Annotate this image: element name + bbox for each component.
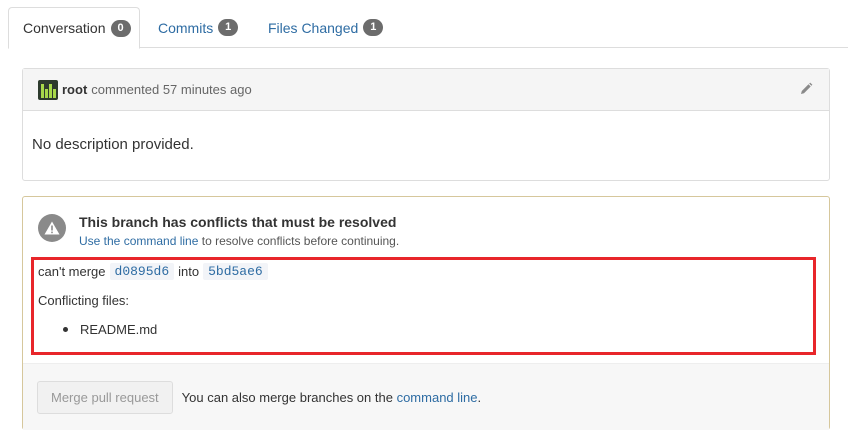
tab-files-changed[interactable]: Files Changed 1 [254, 7, 397, 48]
merge-pull-request-button[interactable]: Merge pull request [37, 380, 173, 414]
avatar-icon[interactable] [38, 79, 58, 100]
merge-sub-prefix: Use the [79, 234, 121, 248]
merge-sub-suffix: to resolve conflicts before continuing. [201, 234, 400, 248]
footer-suffix: . [477, 389, 482, 405]
tab-commits[interactable]: Commits 1 [144, 7, 252, 48]
tab-conversation[interactable]: Conversation 0 [8, 7, 140, 49]
merge-footer-text: You can also merge branches on the comma… [182, 390, 481, 405]
tab-files-changed-count: 1 [363, 19, 384, 36]
command-line-link[interactable]: command line [397, 390, 478, 405]
tab-commits-label: Commits [158, 19, 214, 36]
tab-files-changed-label: Files Changed [268, 19, 359, 36]
highlight-box [31, 257, 816, 355]
merge-title: This branch has conflicts that must be r… [79, 214, 397, 230]
pr-comment: root commented 57 minutes ago No descrip… [22, 68, 830, 181]
tab-conversation-count: 0 [110, 19, 131, 37]
comment-action: commented 57 minutes ago [91, 82, 252, 97]
comment-author[interactable]: root [62, 82, 87, 97]
merge-sub-link-text[interactable]: command line [124, 234, 199, 248]
merge-sub-link[interactable]: Use the command line [79, 234, 198, 248]
pr-tabs: Conversation 0 Commits 1 Files Changed 1 [8, 7, 848, 49]
merge-footer: Merge pull request You can also merge br… [23, 363, 829, 430]
warning-icon [38, 214, 66, 242]
merge-subtitle: Use the command line to resolve conflict… [79, 234, 399, 248]
tab-commits-count: 1 [218, 19, 239, 36]
comment-body: No description provided. [32, 136, 194, 153]
comment-header: root commented 57 minutes ago [23, 69, 829, 111]
footer-prefix: You can also merge branches on the [181, 389, 393, 405]
tab-conversation-label: Conversation [23, 20, 106, 36]
pencil-icon[interactable] [799, 82, 813, 96]
